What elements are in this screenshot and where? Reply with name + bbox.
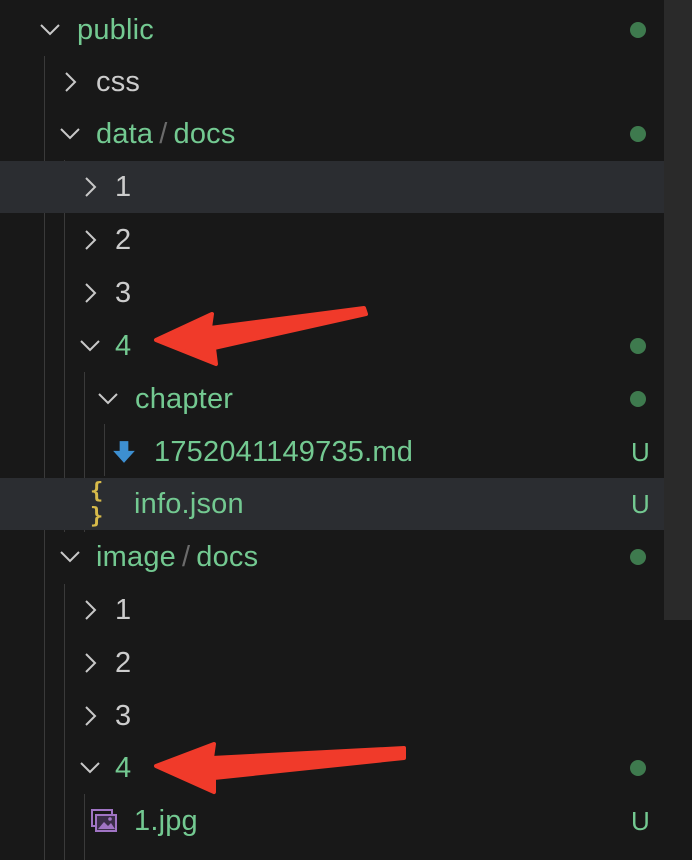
- vertical-scrollbar[interactable]: [664, 0, 692, 620]
- tree-item-label: 1: [115, 593, 132, 626]
- tree-folder-public[interactable]: public: [0, 4, 664, 56]
- chevron-right-icon: [78, 228, 102, 252]
- chevron-right-icon: [78, 651, 102, 675]
- git-modified-dot: [630, 22, 646, 38]
- tree-folder-2[interactable]: 2: [0, 637, 664, 689]
- image-file-icon: [90, 807, 118, 835]
- folder-segment-docs[interactable]: docs: [196, 541, 258, 573]
- chevron-down-icon: [58, 545, 82, 569]
- tree-folder-data-docs[interactable]: data / docs: [0, 108, 664, 160]
- tree-folder-1[interactable]: 1: [0, 584, 664, 636]
- chevron-down-icon: [96, 387, 120, 411]
- git-modified-dot: [630, 391, 646, 407]
- tree-file-jpg[interactable]: 1.jpg U: [0, 795, 664, 847]
- tree-item-label: 1.jpg: [134, 804, 198, 837]
- chevron-right-icon: [78, 281, 102, 305]
- markdown-arrow-icon: [110, 438, 138, 466]
- scrollbar-track: [664, 620, 692, 860]
- tree-item-label: 1: [115, 170, 132, 203]
- json-braces-icon: { }: [90, 479, 104, 529]
- git-untracked-badge: U: [631, 805, 650, 836]
- path-separator: /: [182, 540, 191, 573]
- git-modified-dot: [630, 760, 646, 776]
- git-modified-dot: [630, 126, 646, 142]
- tree-item-label: 4: [115, 751, 132, 784]
- git-untracked-badge: U: [631, 436, 650, 467]
- tree-folder-chapter[interactable]: chapter: [0, 373, 664, 425]
- tree-item-label: 3: [115, 276, 132, 309]
- tree-folder-4[interactable]: 4: [0, 742, 664, 794]
- path-separator: /: [159, 117, 168, 150]
- git-modified-dot: [630, 338, 646, 354]
- tree-item-label: 3: [115, 699, 132, 732]
- tree-item-label: chapter: [135, 382, 234, 415]
- git-untracked-badge: U: [631, 488, 650, 519]
- chevron-down-icon: [38, 18, 62, 42]
- tree-folder-css[interactable]: css: [0, 56, 664, 108]
- tree-item-label: public: [77, 13, 154, 46]
- tree-item-label: image / docs: [96, 541, 258, 574]
- chevron-down-icon: [58, 122, 82, 146]
- tree-item-label: 4: [115, 329, 132, 362]
- chevron-right-icon: [78, 704, 102, 728]
- chevron-right-icon: [78, 598, 102, 622]
- tree-folder-3[interactable]: 3: [0, 267, 664, 319]
- tree-item-label: info.json: [134, 487, 244, 520]
- tree-item-label: data / docs: [96, 118, 236, 151]
- file-explorer-tree: public css data / docs 1 2 3 4 chapter 1…: [0, 0, 692, 860]
- folder-segment-data[interactable]: data: [96, 118, 153, 150]
- chevron-down-icon: [78, 334, 102, 358]
- tree-folder-4[interactable]: 4: [0, 320, 664, 372]
- git-modified-dot: [630, 549, 646, 565]
- chevron-right-icon: [58, 70, 82, 94]
- tree-folder-3[interactable]: 3: [0, 690, 664, 742]
- tree-item-label: 1752041149735.md: [154, 435, 414, 468]
- tree-file-markdown[interactable]: 1752041149735.md U: [0, 426, 664, 478]
- tree-folder-2[interactable]: 2: [0, 214, 664, 266]
- tree-item-label: 2: [115, 223, 132, 256]
- chevron-right-icon: [78, 175, 102, 199]
- tree-item-label: css: [96, 65, 141, 98]
- tree-folder-1[interactable]: 1: [0, 161, 664, 213]
- tree-folder-image-docs[interactable]: image / docs: [0, 531, 664, 583]
- chevron-down-icon: [78, 756, 102, 780]
- tree-item-label: 2: [115, 646, 132, 679]
- tree-file-info-json[interactable]: { } info.json U: [0, 478, 664, 530]
- folder-segment-image[interactable]: image: [96, 541, 176, 573]
- folder-segment-docs[interactable]: docs: [174, 118, 236, 150]
